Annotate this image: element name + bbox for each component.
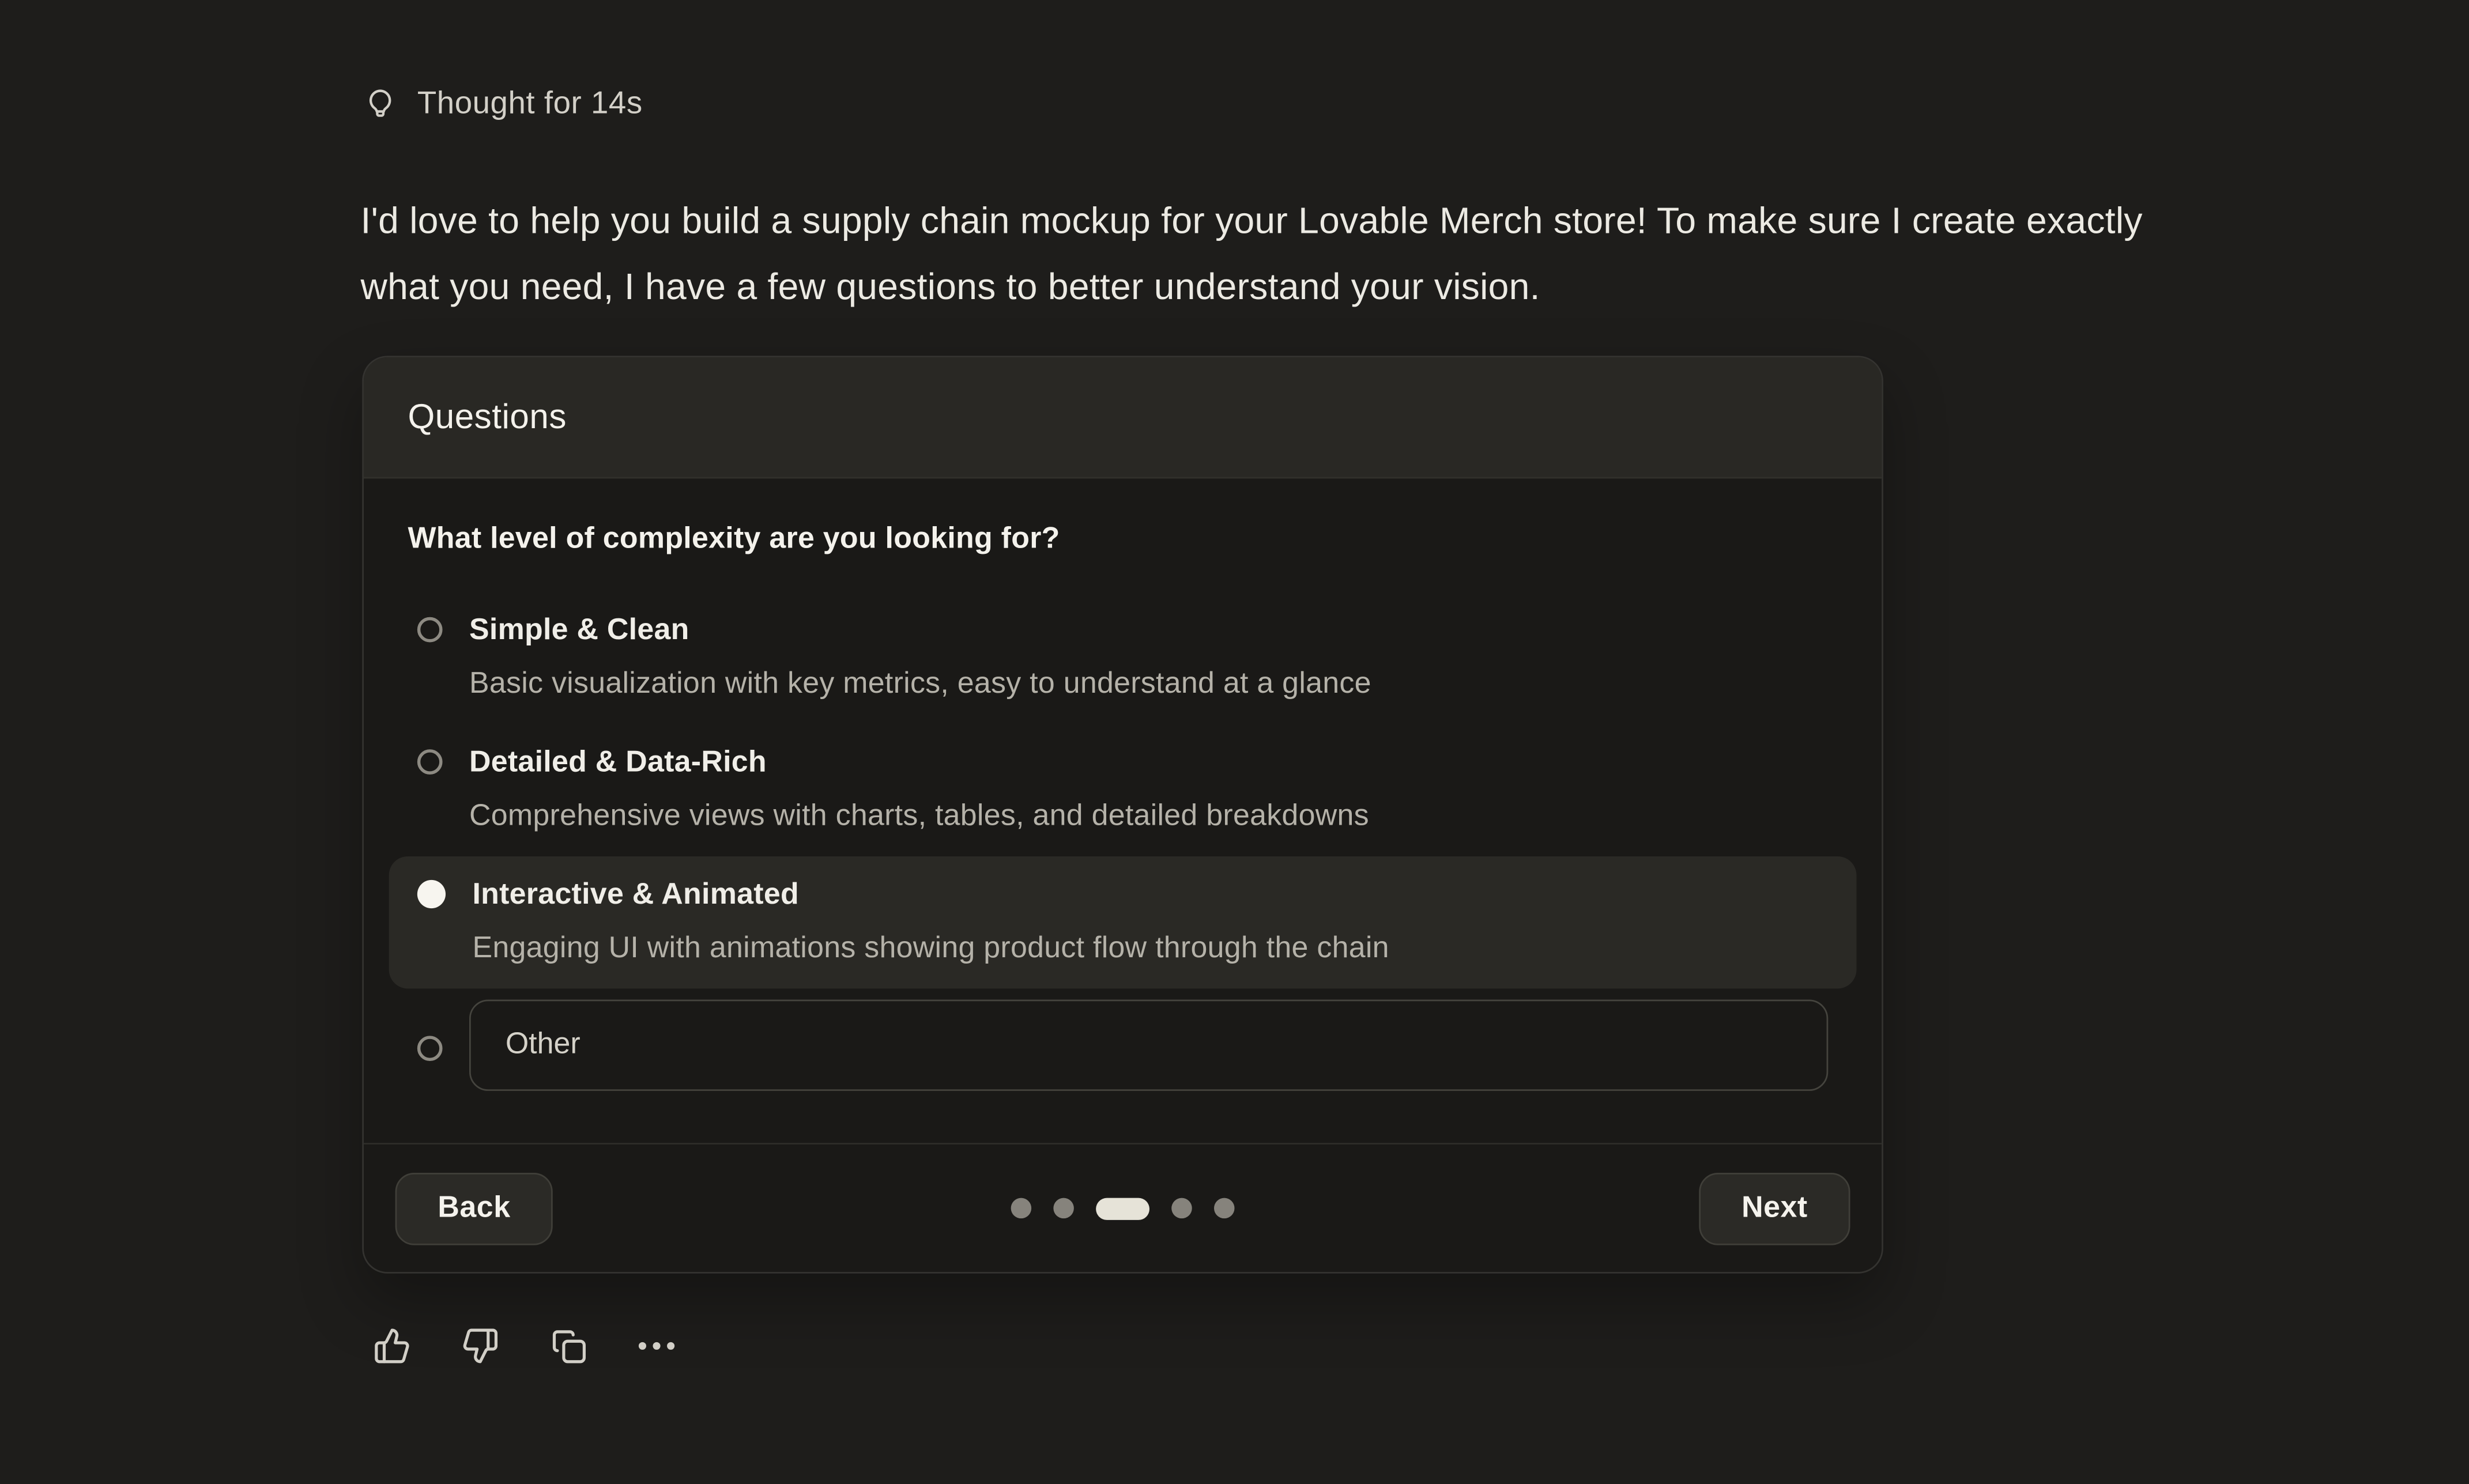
option-label: Simple & Clean	[469, 611, 1371, 652]
assistant-message: I'd love to help you build a supply chai…	[361, 187, 2203, 319]
questions-card-body: What level of complexity are you looking…	[364, 478, 1882, 1143]
options-list: Simple & Clean Basic visualization with …	[408, 592, 1837, 1102]
pagination-dot	[1053, 1198, 1074, 1219]
pagination-dot	[1011, 1198, 1032, 1219]
pagination-dot-active	[1096, 1197, 1149, 1219]
thumbs-up-icon	[373, 1327, 411, 1365]
copy-icon	[549, 1327, 587, 1365]
back-button[interactable]: Back	[395, 1172, 553, 1245]
option-interactive-animated[interactable]: Interactive & Animated Engaging UI with …	[389, 856, 1857, 988]
thought-summary[interactable]: Thought for 14s	[364, 85, 643, 123]
other-option-input[interactable]	[469, 1000, 1828, 1091]
radio-unselected-icon[interactable]	[417, 617, 443, 643]
question-title: What level of complexity are you looking…	[408, 523, 1837, 557]
thumbs-up-button[interactable]	[372, 1326, 413, 1366]
radio-selected-icon[interactable]	[417, 880, 446, 908]
pagination-dot	[1171, 1198, 1192, 1219]
ellipsis-icon	[636, 1327, 677, 1365]
copy-button[interactable]	[548, 1326, 589, 1366]
thumbs-down-button[interactable]	[460, 1326, 501, 1366]
card-title: Questions	[408, 397, 566, 437]
next-button[interactable]: Next	[1699, 1172, 1850, 1245]
option-label: Detailed & Data-Rich	[469, 743, 1369, 784]
thought-label: Thought for 14s	[417, 86, 643, 122]
pagination-dots	[1011, 1197, 1235, 1219]
option-description: Comprehensive views with charts, tables,…	[469, 796, 1369, 837]
message-actions	[372, 1326, 677, 1366]
option-label: Interactive & Animated	[472, 875, 1389, 916]
questions-card-header: Questions	[364, 357, 1882, 478]
option-other[interactable]	[389, 988, 1857, 1102]
option-description: Basic visualization with key metrics, ea…	[469, 664, 1371, 705]
thumbs-down-icon	[461, 1327, 499, 1365]
pagination-dot	[1214, 1198, 1235, 1219]
chat-response: Thought for 14s I'd love to help you bui…	[0, 0, 2469, 1484]
option-description: Engaging UI with animations showing prod…	[472, 929, 1389, 970]
card-footer: Back Next	[364, 1143, 1882, 1272]
radio-unselected-icon[interactable]	[417, 1036, 443, 1061]
option-detailed-data-rich[interactable]: Detailed & Data-Rich Comprehensive views…	[389, 724, 1857, 856]
more-options-button[interactable]	[636, 1326, 677, 1366]
questions-card: Questions What level of complexity are y…	[362, 356, 1883, 1273]
option-simple-clean[interactable]: Simple & Clean Basic visualization with …	[389, 592, 1857, 724]
lightbulb-icon	[364, 85, 397, 123]
radio-unselected-icon[interactable]	[417, 749, 443, 775]
